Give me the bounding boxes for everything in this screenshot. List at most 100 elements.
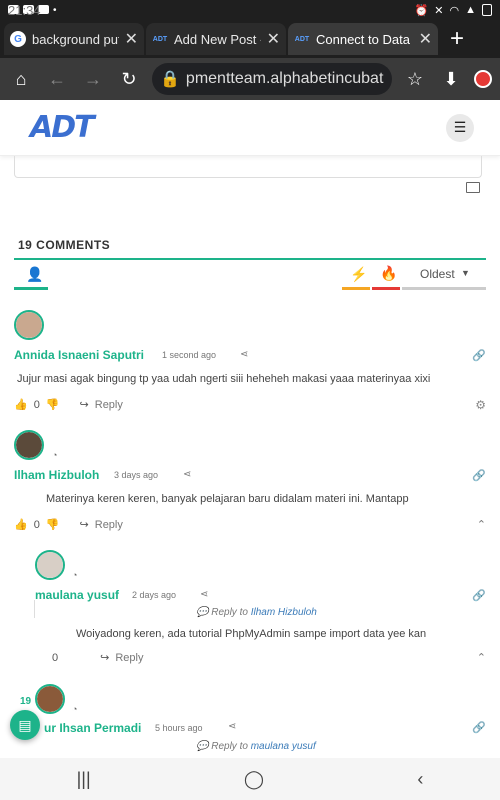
- comment-time[interactable]: 5 hours ago: [155, 723, 203, 733]
- new-tab-button[interactable]: +: [440, 25, 474, 53]
- thumbs-up-icon[interactable]: 👍: [14, 398, 28, 411]
- tab-add-new-post[interactable]: ADT Add New Post ‹ ✕: [146, 23, 286, 55]
- permalink-icon[interactable]: 🔗: [472, 469, 486, 482]
- home-icon[interactable]: ⌂: [8, 66, 34, 92]
- google-icon: G: [10, 31, 26, 47]
- forward-icon[interactable]: →: [80, 66, 106, 92]
- filter-underline: [342, 287, 370, 290]
- thread-line: [34, 600, 35, 618]
- filter-underline: [372, 287, 400, 290]
- reply-arrow-icon[interactable]: ↪: [80, 398, 89, 411]
- comment-textarea[interactable]: [14, 156, 482, 178]
- browser-tab-strip: G background puti ✕ ADT Add New Post ‹ ✕…: [0, 20, 500, 58]
- close-icon[interactable]: ✕: [125, 29, 138, 49]
- dot-icon: •: [53, 4, 57, 16]
- vote-count: 0: [52, 651, 59, 664]
- thumbs-up-icon[interactable]: 👍: [14, 518, 28, 531]
- signal-icon: ▲: [465, 4, 476, 16]
- reply-arrow-icon[interactable]: ↪: [100, 651, 109, 664]
- rss-icon: ◔: [52, 450, 58, 460]
- system-nav-bar: ||| ◯ ‹: [0, 758, 500, 800]
- tab-title: background puti: [32, 31, 119, 47]
- collapse-chevron-icon[interactable]: ⌃: [477, 518, 486, 531]
- reply-to-icon: 💬: [196, 741, 209, 752]
- filter-underline: [14, 287, 48, 290]
- comment-author[interactable]: Ilham Hizbuloh: [14, 468, 99, 482]
- share-icon[interactable]: ⋖: [183, 469, 191, 480]
- share-icon[interactable]: ⋖: [228, 721, 236, 732]
- site-logo[interactable]: ADT: [30, 110, 95, 145]
- avatar[interactable]: [35, 684, 65, 714]
- filter-underline: [402, 287, 486, 290]
- avatar[interactable]: [35, 550, 65, 580]
- reply-button[interactable]: Reply: [115, 652, 143, 664]
- comment-text: Woiyadong keren, ada tutorial PhpMyAdmin…: [76, 628, 427, 640]
- system-icons: ⏰ ✕ ◠ ▲: [415, 4, 492, 17]
- user-settings-icon[interactable]: 👤: [26, 266, 43, 283]
- site-favicon-icon: ADT: [294, 35, 310, 43]
- close-icon[interactable]: ✕: [419, 29, 432, 49]
- comment-author[interactable]: Annida Isnaeni Saputri: [14, 348, 144, 362]
- recent-apps-icon[interactable]: |||: [77, 769, 91, 790]
- web-page: ADT ☰ 19 COMMENTS 👤 ⚡ 🔥 Oldest ▼ Annida …: [0, 100, 500, 758]
- download-icon[interactable]: ⬇: [438, 66, 464, 92]
- home-circle-icon[interactable]: ◯: [244, 769, 264, 790]
- back-chevron-icon[interactable]: ‹: [417, 769, 423, 790]
- reload-icon[interactable]: ↻: [116, 66, 142, 92]
- comment-time[interactable]: 1 second ago: [162, 350, 216, 360]
- sort-dropdown[interactable]: Oldest: [420, 267, 455, 281]
- tab-background-putih[interactable]: G background puti ✕: [4, 23, 144, 55]
- image-upload-icon[interactable]: [466, 182, 480, 193]
- reply-button[interactable]: Reply: [95, 399, 123, 411]
- comments-filter-bar: 👤 ⚡ 🔥 Oldest ▼: [14, 258, 486, 290]
- permalink-icon[interactable]: 🔗: [472, 721, 486, 734]
- reply-to-author-link[interactable]: Ilham Hizbuloh: [251, 607, 317, 618]
- status-bar: 21:34 • ⏰ ✕ ◠ ▲: [0, 0, 500, 20]
- comment-actions: 👍 0 👎 ↪ Reply: [14, 518, 123, 532]
- comment-actions: 0 ↪ Reply: [52, 651, 143, 665]
- comment-fab-button[interactable]: ▤: [10, 710, 40, 740]
- thumbs-down-icon[interactable]: 👎: [46, 398, 60, 411]
- reply-to-author-link[interactable]: maulana yusuf: [251, 741, 316, 752]
- comment-author[interactable]: maulana yusuf: [35, 588, 119, 602]
- profile-icon[interactable]: [474, 70, 492, 88]
- comment-time[interactable]: 3 days ago: [114, 470, 158, 480]
- reply-button[interactable]: Reply: [95, 519, 123, 531]
- permalink-icon[interactable]: 🔗: [472, 349, 486, 362]
- browser-toolbar: ⌂ ← → ↻ 🔒 pmentteam.alphabetincubator.id…: [0, 58, 500, 100]
- tab-title: Add New Post ‹: [174, 31, 261, 47]
- share-icon[interactable]: ⋖: [200, 589, 208, 600]
- close-icon[interactable]: ✕: [267, 29, 280, 49]
- hottest-icon[interactable]: 🔥: [380, 265, 397, 282]
- address-bar[interactable]: 🔒 pmentteam.alphabetincubator.id: [152, 63, 392, 95]
- comment-text: Jujur masi agak bingung tp yaa udah nger…: [17, 373, 431, 385]
- comment-time[interactable]: 2 days ago: [132, 590, 176, 600]
- vote-count: 0: [33, 518, 40, 531]
- collapse-chevron-icon[interactable]: ⌃: [477, 651, 486, 664]
- reply-to-label: 💬 Reply to maulana yusuf: [196, 741, 316, 752]
- rss-icon: ◔: [72, 704, 78, 714]
- site-favicon-icon: ADT: [152, 35, 168, 43]
- comment-actions: 👍 0 👎 ↪ Reply: [14, 398, 123, 412]
- comment-author[interactable]: ur Ihsan Permadi: [44, 721, 141, 735]
- reply-arrow-icon[interactable]: ↪: [80, 518, 89, 531]
- tab-connect-to-database[interactable]: ADT Connect to Data ✕: [288, 23, 438, 55]
- trending-icon[interactable]: ⚡: [350, 266, 367, 283]
- bookmark-star-icon[interactable]: ☆: [402, 66, 428, 92]
- hamburger-menu-button[interactable]: ☰: [446, 113, 474, 142]
- rss-icon: ◔: [72, 570, 78, 580]
- thumbs-down-icon[interactable]: 👎: [46, 518, 60, 531]
- share-icon[interactable]: ⋖: [240, 349, 248, 360]
- avatar[interactable]: [14, 310, 44, 340]
- lock-icon: 🔒: [160, 71, 180, 88]
- permalink-icon[interactable]: 🔗: [472, 589, 486, 602]
- back-icon[interactable]: ←: [44, 66, 70, 92]
- mute-icon: ✕: [434, 4, 444, 17]
- chevron-down-icon[interactable]: ▼: [461, 268, 470, 278]
- vote-count: 0: [33, 398, 40, 411]
- gear-icon[interactable]: ⚙: [475, 398, 486, 412]
- reply-to-prefix: Reply to: [211, 741, 248, 752]
- url-text: pmentteam.alphabetincubator.id: [185, 70, 384, 87]
- comment-count-badge: 19: [20, 696, 32, 707]
- avatar[interactable]: [14, 430, 44, 460]
